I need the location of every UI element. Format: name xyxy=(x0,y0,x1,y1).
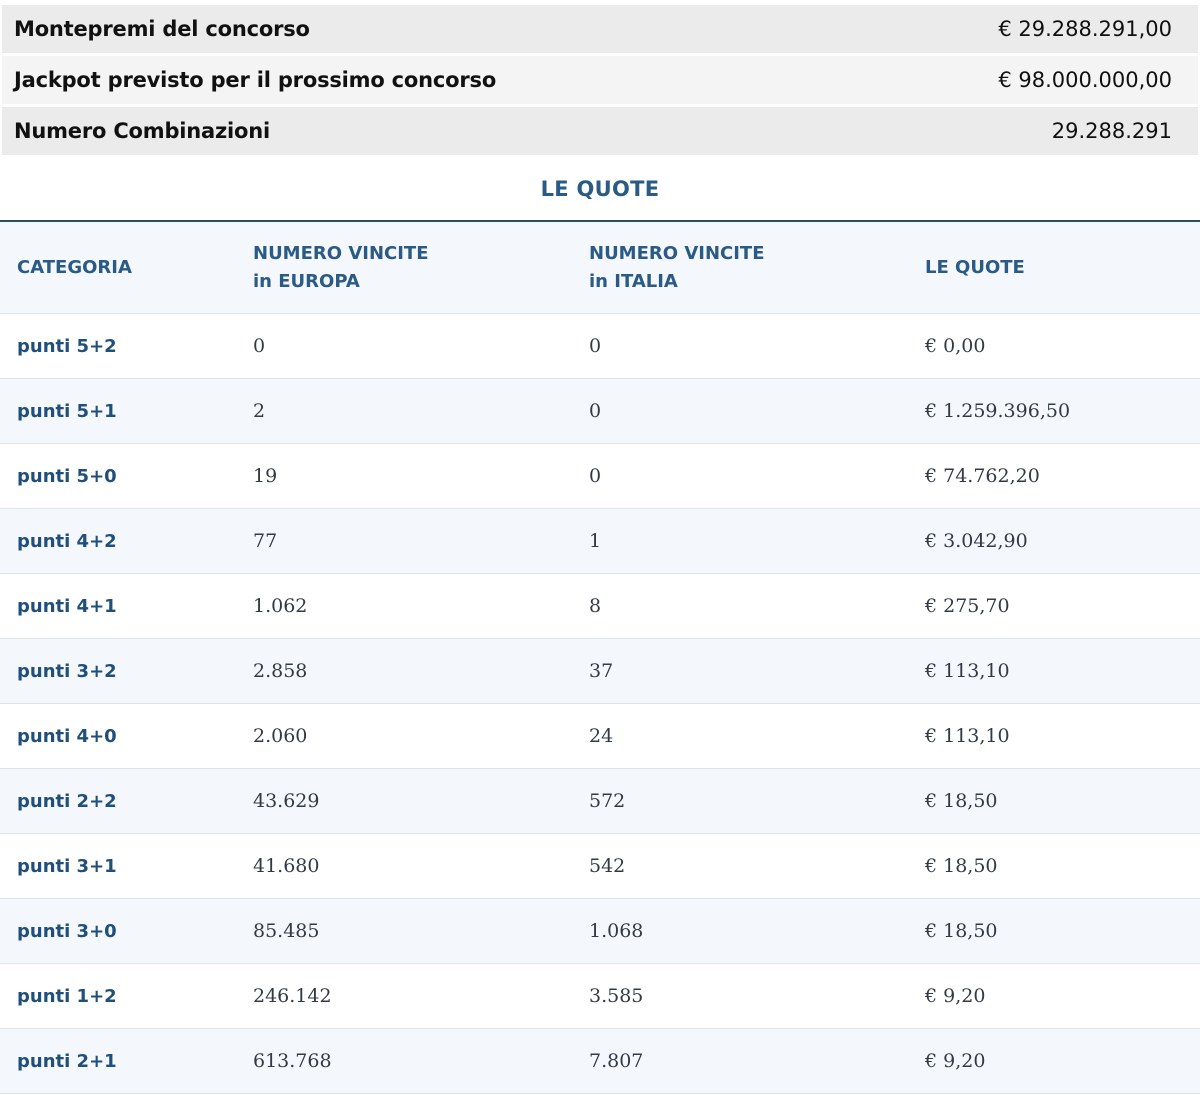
table-row: punti 4+2 77 1 € 3.042,90 xyxy=(0,509,1200,574)
cell-europa: 43.629 xyxy=(253,790,589,812)
header-quote: LE QUOTE xyxy=(925,254,1200,282)
table-row: punti 3+1 41.680 542 € 18,50 xyxy=(0,834,1200,899)
summary-value: € 29.288.291,00 xyxy=(998,17,1172,41)
header-vincite-italia: NUMERO VINCITE in ITALIA xyxy=(589,240,925,296)
summary-label: Montepremi del concorso xyxy=(14,17,310,41)
summary-value: € 98.000.000,00 xyxy=(998,68,1172,92)
cell-categoria: punti 5+1 xyxy=(0,401,253,422)
cell-italia: 0 xyxy=(589,465,925,487)
cell-europa: 19 xyxy=(253,465,589,487)
cell-quota: € 18,50 xyxy=(925,855,1200,877)
header-italia-line1: NUMERO VINCITE xyxy=(589,240,925,268)
header-europa-line1: NUMERO VINCITE xyxy=(253,240,589,268)
cell-quota: € 113,10 xyxy=(925,725,1200,747)
table-row: punti 3+0 85.485 1.068 € 18,50 xyxy=(0,899,1200,964)
cell-europa: 2.060 xyxy=(253,725,589,747)
cell-quota: € 3.042,90 xyxy=(925,530,1200,552)
summary-row-montepremi: Montepremi del concorso € 29.288.291,00 xyxy=(2,5,1198,53)
cell-categoria: punti 1+2 xyxy=(0,986,253,1007)
cell-italia: 8 xyxy=(589,595,925,617)
table-row: punti 4+0 2.060 24 € 113,10 xyxy=(0,704,1200,769)
summary-value: 29.288.291 xyxy=(1052,119,1172,143)
header-italia-line2: in ITALIA xyxy=(589,268,925,296)
cell-categoria: punti 3+0 xyxy=(0,921,253,942)
cell-categoria: punti 2+1 xyxy=(0,1051,253,1072)
cell-europa: 77 xyxy=(253,530,589,552)
cell-italia: 1.068 xyxy=(589,920,925,942)
cell-quota: € 0,00 xyxy=(925,335,1200,357)
cell-quota: € 18,50 xyxy=(925,920,1200,942)
table-row: punti 4+1 1.062 8 € 275,70 xyxy=(0,574,1200,639)
table-header: CATEGORIA NUMERO VINCITE in EUROPA NUMER… xyxy=(0,222,1200,314)
cell-italia: 0 xyxy=(589,335,925,357)
cell-europa: 613.768 xyxy=(253,1050,589,1072)
cell-categoria: punti 4+0 xyxy=(0,726,253,747)
cell-italia: 572 xyxy=(589,790,925,812)
cell-europa: 0 xyxy=(253,335,589,357)
cell-italia: 542 xyxy=(589,855,925,877)
table-row: punti 1+2 246.142 3.585 € 9,20 xyxy=(0,964,1200,1029)
cell-europa: 85.485 xyxy=(253,920,589,942)
table-row: punti 2+2 43.629 572 € 18,50 xyxy=(0,769,1200,834)
summary-row-jackpot: Jackpot previsto per il prossimo concors… xyxy=(2,56,1198,104)
cell-categoria: punti 4+2 xyxy=(0,531,253,552)
summary-label: Numero Combinazioni xyxy=(14,119,270,143)
cell-quota: € 9,20 xyxy=(925,1050,1200,1072)
cell-quota: € 275,70 xyxy=(925,595,1200,617)
table-row: punti 5+1 2 0 € 1.259.396,50 xyxy=(0,379,1200,444)
cell-categoria: punti 5+0 xyxy=(0,466,253,487)
cell-quota: € 18,50 xyxy=(925,790,1200,812)
cell-italia: 24 xyxy=(589,725,925,747)
quotes-title: LE QUOTE xyxy=(0,158,1200,220)
quotes-table: CATEGORIA NUMERO VINCITE in EUROPA NUMER… xyxy=(0,220,1200,1094)
header-europa-line2: in EUROPA xyxy=(253,268,589,296)
cell-quota: € 1.259.396,50 xyxy=(925,400,1200,422)
table-row: punti 5+0 19 0 € 74.762,20 xyxy=(0,444,1200,509)
table-row: punti 5+2 0 0 € 0,00 xyxy=(0,314,1200,379)
cell-categoria: punti 3+2 xyxy=(0,661,253,682)
cell-europa: 2.858 xyxy=(253,660,589,682)
cell-italia: 37 xyxy=(589,660,925,682)
header-vincite-europa: NUMERO VINCITE in EUROPA xyxy=(253,240,589,296)
cell-europa: 2 xyxy=(253,400,589,422)
cell-italia: 7.807 xyxy=(589,1050,925,1072)
summary-panel: Montepremi del concorso € 29.288.291,00 … xyxy=(0,0,1200,155)
cell-europa: 41.680 xyxy=(253,855,589,877)
summary-label: Jackpot previsto per il prossimo concors… xyxy=(14,68,496,92)
cell-quota: € 9,20 xyxy=(925,985,1200,1007)
table-body: punti 5+2 0 0 € 0,00 punti 5+1 2 0 € 1.2… xyxy=(0,314,1200,1094)
cell-europa: 1.062 xyxy=(253,595,589,617)
cell-quota: € 113,10 xyxy=(925,660,1200,682)
cell-italia: 3.585 xyxy=(589,985,925,1007)
summary-row-combinazioni: Numero Combinazioni 29.288.291 xyxy=(2,107,1198,155)
table-row: punti 3+2 2.858 37 € 113,10 xyxy=(0,639,1200,704)
cell-italia: 0 xyxy=(589,400,925,422)
cell-europa: 246.142 xyxy=(253,985,589,1007)
cell-categoria: punti 4+1 xyxy=(0,596,253,617)
cell-categoria: punti 5+2 xyxy=(0,336,253,357)
cell-categoria: punti 3+1 xyxy=(0,856,253,877)
cell-categoria: punti 2+2 xyxy=(0,791,253,812)
table-row: punti 2+1 613.768 7.807 € 9,20 xyxy=(0,1029,1200,1094)
cell-italia: 1 xyxy=(589,530,925,552)
header-categoria: CATEGORIA xyxy=(0,254,253,282)
cell-quota: € 74.762,20 xyxy=(925,465,1200,487)
